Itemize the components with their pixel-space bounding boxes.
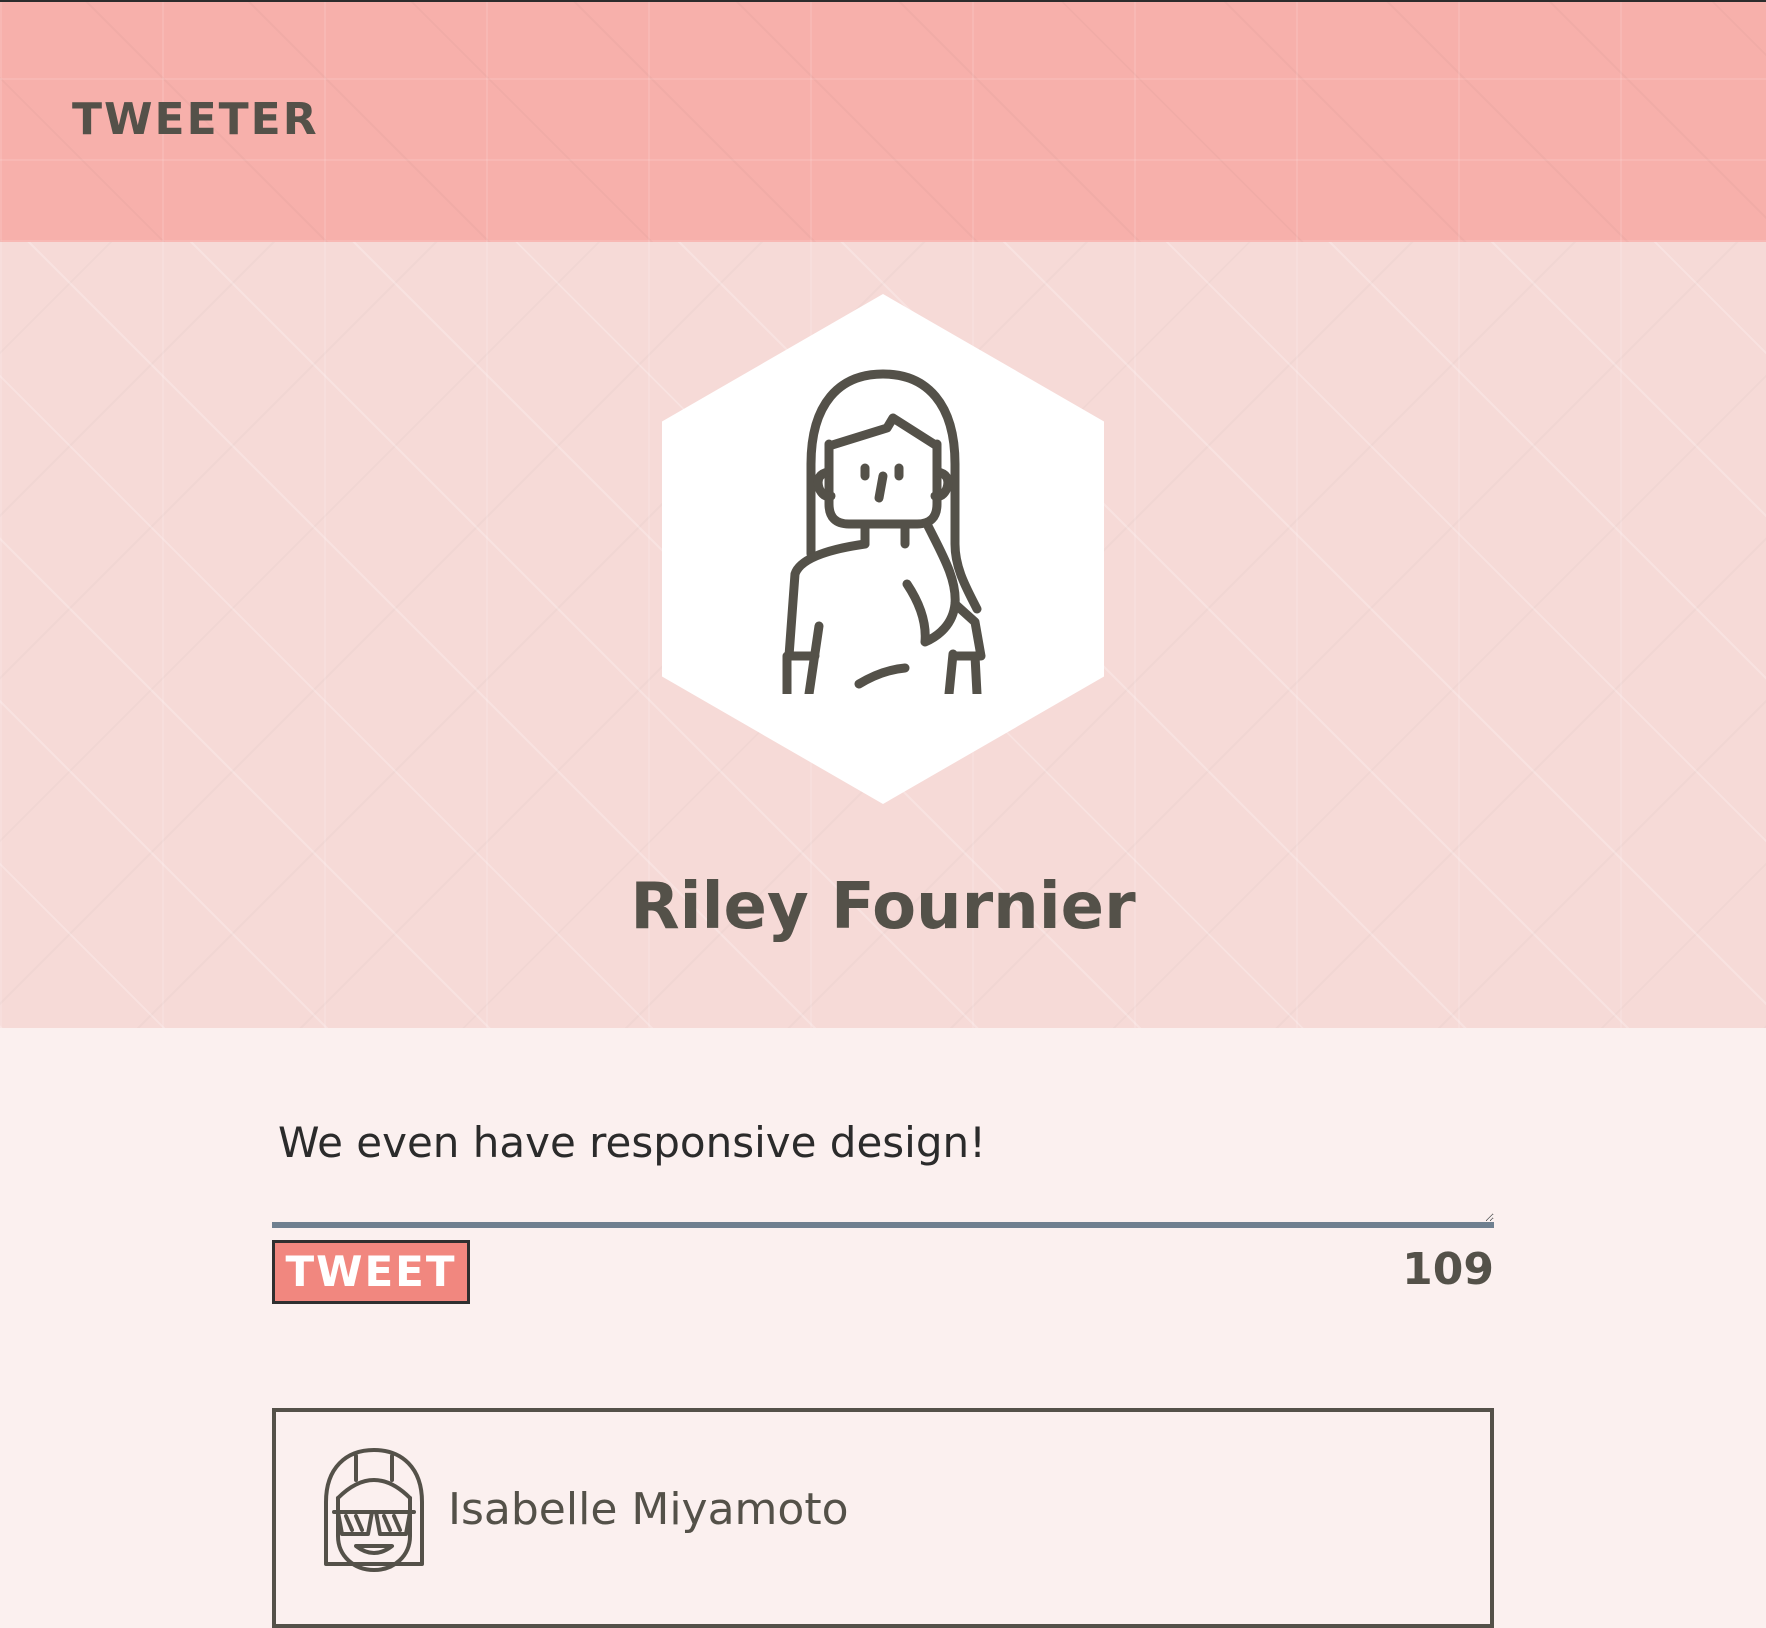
tweet-button[interactable]: TWEET [272,1240,470,1304]
profile-banner: Riley Fournier [0,242,1766,1028]
character-counter: 109 [1402,1244,1494,1295]
brand-logo[interactable]: TWEETER [72,94,319,145]
tweet-input[interactable]: We even have responsive design! [272,1108,1494,1228]
tweet-author-name: Isabelle Miyamoto [448,1484,849,1535]
tweet-card: Isabelle Miyamoto [272,1408,1494,1628]
profile-avatar [662,294,1104,804]
top-bar: TWEETER [0,0,1766,242]
person-sunglasses-avatar-icon [324,1448,424,1572]
compose-actions: TWEET 109 [272,1240,1494,1310]
compose-section: We even have responsive design! TWEET 10… [272,1108,1494,1310]
person-long-hair-avatar-icon [782,369,986,694]
profile-name: Riley Fournier [630,870,1136,944]
tweet-author-avatar [316,1446,432,1574]
